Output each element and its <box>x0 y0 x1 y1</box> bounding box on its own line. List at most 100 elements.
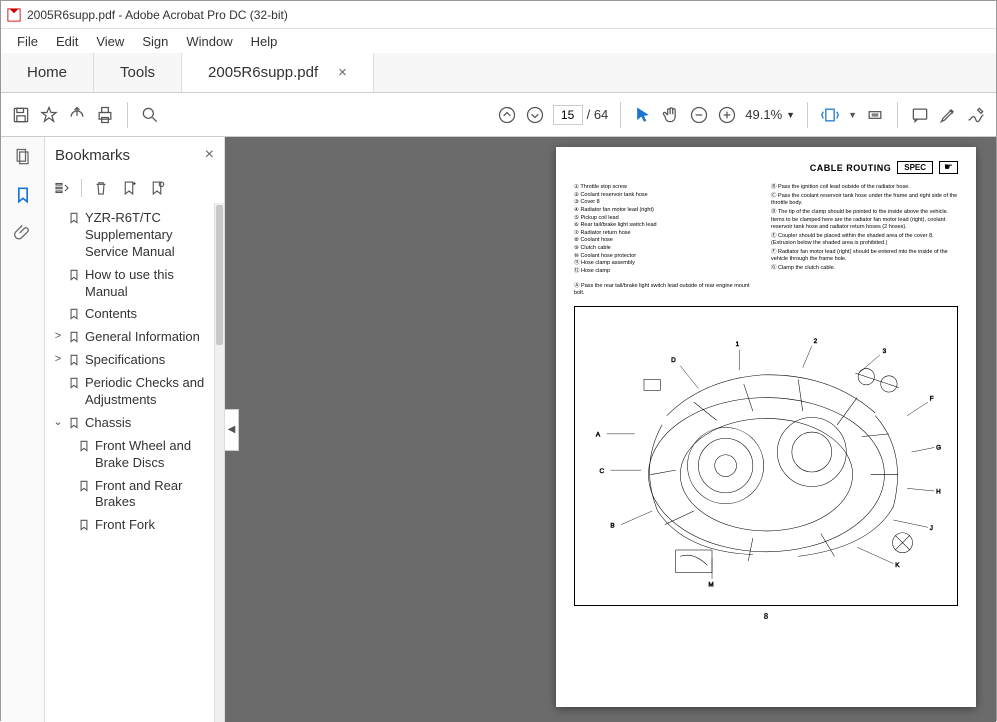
tool-icon: ☛ <box>939 161 958 174</box>
right-column: Ⓑ Pass the ignition coil lead outside of… <box>771 184 958 298</box>
thumbnails-icon[interactable] <box>13 147 33 167</box>
bookmark-item[interactable]: How to use this Manual <box>49 264 214 304</box>
pdf-page: CABLE ROUTING SPEC ☛ ① Throttle stop scr… <box>556 147 976 707</box>
bookmark-label: Front Fork <box>95 517 210 534</box>
bookmark-icon <box>77 518 91 532</box>
collapse-handle-icon[interactable]: ◀ <box>225 409 239 451</box>
menu-help[interactable]: Help <box>243 32 286 51</box>
chevron-down-icon: ▼ <box>786 110 795 120</box>
highlight-icon[interactable] <box>938 105 958 125</box>
bookmark-icon <box>67 416 81 430</box>
bookmark-icon <box>67 211 81 225</box>
bookmark-item[interactable]: Front Fork <box>49 514 214 537</box>
bookmark-icon <box>77 479 91 493</box>
tab-tools[interactable]: Tools <box>94 53 182 92</box>
side-rail <box>1 137 45 722</box>
options-icon[interactable] <box>53 179 71 197</box>
cable-routing-diagram: A 1 2 3 F G H J K M B C D <box>574 306 958 606</box>
bookmark-item[interactable]: Contents <box>49 303 214 326</box>
bookmark-item[interactable]: Front and Rear Brakes <box>49 475 214 515</box>
separator <box>897 102 898 128</box>
svg-text:D: D <box>671 357 676 364</box>
close-panel-icon[interactable]: × <box>205 146 214 164</box>
comment-icon[interactable] <box>910 105 930 125</box>
bookmark-icon <box>67 353 81 367</box>
svg-text:3: 3 <box>882 348 886 355</box>
separator <box>620 102 621 128</box>
bookmark-item[interactable]: >Specifications <box>49 349 214 372</box>
spec-box: SPEC <box>897 161 933 174</box>
page-up-icon[interactable] <box>497 105 517 125</box>
svg-text:B: B <box>610 522 614 529</box>
bookmark-label: Front Wheel and Brake Discs <box>95 438 210 472</box>
page-title: CABLE ROUTING <box>810 163 892 173</box>
svg-text:G: G <box>936 444 941 451</box>
page-down-icon[interactable] <box>525 105 545 125</box>
bookmark-label: Contents <box>85 306 210 323</box>
chevron-icon[interactable]: ⌄ <box>53 415 63 429</box>
svg-text:J: J <box>929 525 932 532</box>
page-total-label: / 64 <box>587 107 609 122</box>
share-icon[interactable] <box>67 105 87 125</box>
chevron-down-icon[interactable]: ▼ <box>848 110 857 120</box>
print-icon[interactable] <box>95 105 115 125</box>
top-tabs: Home Tools 2005R6supp.pdf × <box>1 53 996 93</box>
title-bar: 2005R6supp.pdf - Adobe Acrobat Pro DC (3… <box>1 1 996 29</box>
tab-home[interactable]: Home <box>1 53 94 92</box>
pointer-icon[interactable] <box>633 105 653 125</box>
page-info: / 64 <box>553 105 609 125</box>
bookmark-item[interactable]: YZR-R6T/TC Supplementary Service Manual <box>49 207 214 264</box>
toolbar: / 64 49.1%▼ ▼ <box>1 93 996 137</box>
page-number-input[interactable] <box>553 105 583 125</box>
zoom-out-icon[interactable] <box>689 105 709 125</box>
bookmark-label: YZR-R6T/TC Supplementary Service Manual <box>85 210 210 261</box>
menu-view[interactable]: View <box>88 32 132 51</box>
menu-file[interactable]: File <box>9 32 46 51</box>
scrollbar[interactable] <box>214 203 224 722</box>
bookmark-item[interactable]: Front Wheel and Brake Discs <box>49 435 214 475</box>
chevron-icon[interactable]: > <box>53 329 63 343</box>
menu-sign[interactable]: Sign <box>134 32 176 51</box>
bookmarks-tools <box>45 173 224 203</box>
chevron-icon[interactable]: > <box>53 352 63 366</box>
left-column: ① Throttle stop screw② Coolant reservoir… <box>574 184 761 298</box>
bookmarks-icon[interactable] <box>13 185 33 205</box>
bookmark-item[interactable]: >General Information <box>49 326 214 349</box>
scroll-mode-icon[interactable] <box>865 105 885 125</box>
attachments-icon[interactable] <box>13 223 33 243</box>
sign-icon[interactable] <box>966 105 986 125</box>
find-bookmark-icon[interactable] <box>148 179 166 197</box>
bookmark-label: Front and Rear Brakes <box>95 478 210 512</box>
bookmark-label: How to use this Manual <box>85 267 210 301</box>
bookmark-icon <box>67 376 81 390</box>
bookmarks-title: Bookmarks <box>55 147 130 164</box>
bookmark-icon <box>67 268 81 282</box>
bookmark-icon <box>67 330 81 344</box>
window-title: 2005R6supp.pdf - Adobe Acrobat Pro DC (3… <box>27 8 288 22</box>
star-icon[interactable] <box>39 105 59 125</box>
tab-file[interactable]: 2005R6supp.pdf × <box>182 53 374 92</box>
menu-bar: File Edit View Sign Window Help <box>1 29 996 53</box>
delete-icon[interactable] <box>92 179 110 197</box>
document-area[interactable]: ◀ CABLE ROUTING SPEC ☛ ① Throttle stop s… <box>225 137 996 722</box>
menu-window[interactable]: Window <box>178 32 240 51</box>
bookmarks-header: Bookmarks × <box>45 137 224 173</box>
new-bookmark-icon[interactable] <box>120 179 138 197</box>
menu-edit[interactable]: Edit <box>48 32 86 51</box>
hand-icon[interactable] <box>661 105 681 125</box>
separator <box>127 102 128 128</box>
svg-text:A: A <box>595 431 600 438</box>
bookmark-item[interactable]: Periodic Checks and Adjustments <box>49 372 214 412</box>
close-icon[interactable]: × <box>338 64 347 81</box>
svg-text:C: C <box>599 467 604 474</box>
search-icon[interactable] <box>140 105 160 125</box>
svg-text:2: 2 <box>813 338 817 345</box>
zoom-in-icon[interactable] <box>717 105 737 125</box>
pdf-icon <box>7 8 21 22</box>
save-icon[interactable] <box>11 105 31 125</box>
zoom-select[interactable]: 49.1%▼ <box>745 107 795 122</box>
fit-page-icon[interactable] <box>820 105 840 125</box>
bookmarks-list: YZR-R6T/TC Supplementary Service Manual H… <box>45 203 214 722</box>
bookmark-icon <box>67 307 81 321</box>
bookmark-item[interactable]: ⌄Chassis <box>49 412 214 435</box>
